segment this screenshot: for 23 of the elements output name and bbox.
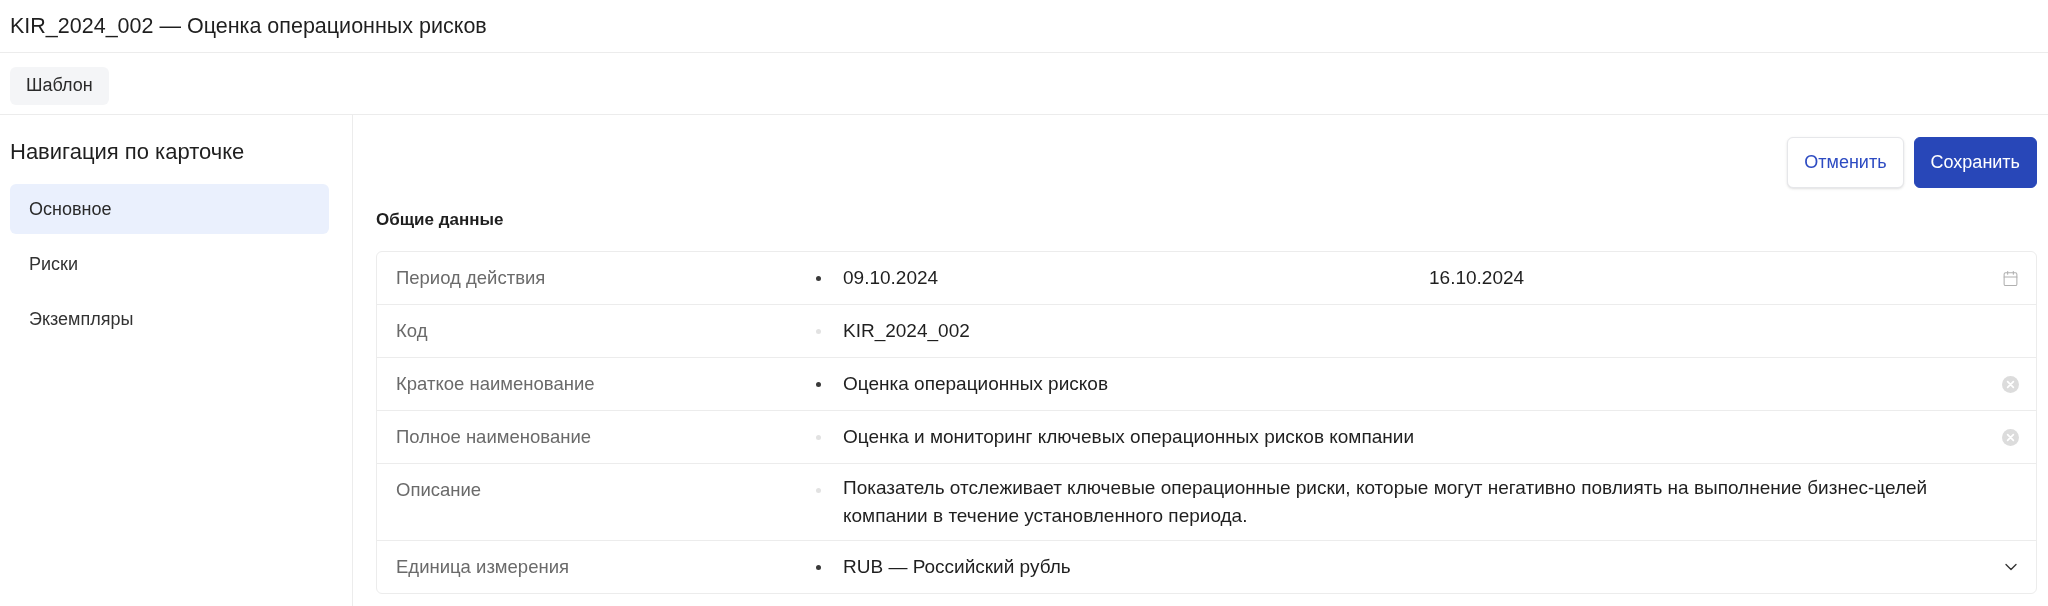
sidebar-title: Навигация по карточке xyxy=(10,138,246,166)
template-button[interactable]: Шаблон xyxy=(10,66,109,105)
sidebar-item[interactable]: Основное xyxy=(10,184,329,234)
field-label: Описание xyxy=(396,478,483,502)
select-field[interactable]: RUB — Российский рубль xyxy=(843,552,2019,582)
textarea-field[interactable]: Показатель отслеживает ключевые операционные риски, которые могут негативно повлиять на выполнение бизнес-целей компании в течение установленного периода. xyxy=(843,474,2019,530)
clear-icon[interactable] xyxy=(2002,375,2019,393)
text-field[interactable]: KIR_2024_002 xyxy=(843,316,2019,346)
text-field[interactable]: Оценка и мониторинг ключевых операционных рисков компании xyxy=(843,422,2019,452)
date-field[interactable]: 09.10.2024 xyxy=(843,263,1429,293)
cancel-button[interactable]: Отменить xyxy=(1787,137,1904,188)
date-field[interactable]: 16.10.2024 xyxy=(1429,263,2002,293)
field-label: Единица измерения xyxy=(396,555,570,579)
save-button[interactable]: Сохранить xyxy=(1913,137,2037,188)
field-label: Краткое наименование xyxy=(396,372,596,396)
field-label: Код xyxy=(396,319,429,343)
calendar-icon[interactable] xyxy=(2002,269,2019,287)
section-title: Общие данные xyxy=(376,209,505,231)
field-label: Полное наименование xyxy=(396,425,592,449)
text-field[interactable]: Оценка операционных рисков xyxy=(843,369,2019,399)
page-title: KIR_2024_002 — Оценка операционных рисков xyxy=(10,12,487,40)
clear-icon[interactable] xyxy=(2002,428,2019,446)
field-label: Период действия xyxy=(396,266,547,290)
